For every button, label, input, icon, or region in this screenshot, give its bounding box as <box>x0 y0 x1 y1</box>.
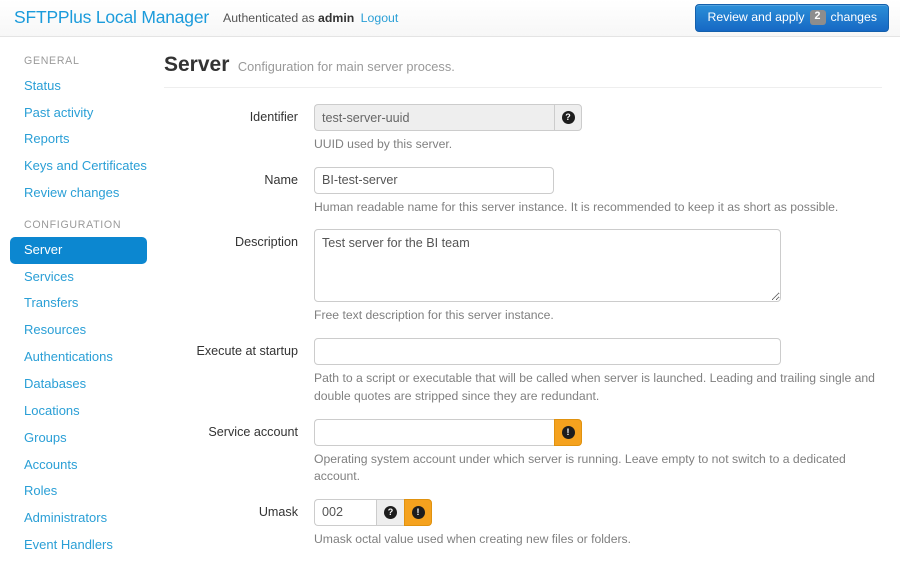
page-header: Server Configuration for main server pro… <box>164 48 882 88</box>
identifier-input[interactable] <box>314 104 554 131</box>
sidebar-item-server[interactable]: Server <box>10 237 147 264</box>
pending-changes-badge: 2 <box>810 10 826 25</box>
sidebar-item-past-activity[interactable]: Past activity <box>10 100 147 127</box>
description-label: Description <box>164 229 314 325</box>
description-control: Test server for the BI team Free text de… <box>314 229 781 325</box>
identifier-label: Identifier <box>164 104 314 154</box>
name-control: Human readable name for this server inst… <box>314 167 882 217</box>
execute-at-startup-help-text: Path to a script or executable that will… <box>314 370 876 405</box>
sidebar-item-status[interactable]: Status <box>10 73 147 100</box>
identifier-control: ? UUID used by this server. <box>314 104 882 154</box>
page-body: GENERAL Status Past activity Reports Key… <box>0 37 900 572</box>
sidebar-item-accounts[interactable]: Accounts <box>10 452 147 479</box>
sidebar-item-authentications[interactable]: Authentications <box>10 344 147 371</box>
umask-help-button[interactable]: ? <box>376 499 404 526</box>
service-account-label: Service account <box>164 419 314 486</box>
execute-at-startup-input[interactable] <box>314 338 781 365</box>
logout-link[interactable]: Logout <box>361 11 399 25</box>
identifier-input-group: ? <box>314 104 882 131</box>
sidebar-item-review-changes[interactable]: Review changes <box>10 180 147 207</box>
service-account-input-group: ! <box>314 419 882 446</box>
umask-label: Umask <box>164 499 314 549</box>
sidebar-navigation: GENERAL Status Past activity Reports Key… <box>0 37 157 572</box>
identifier-help-text: UUID used by this server. <box>314 136 874 154</box>
service-account-control: ! Operating system account under which s… <box>314 419 882 486</box>
identifier-help-button[interactable]: ? <box>554 104 582 131</box>
description-help-text: Free text description for this server in… <box>314 307 781 325</box>
exclamation-mark-icon: ! <box>412 506 425 519</box>
sidebar-item-resources[interactable]: Resources <box>10 317 147 344</box>
form-row-execute-at-startup: Execute at startup Path to a script or e… <box>164 338 882 405</box>
form-row-description: Description Test server for the BI team … <box>164 229 882 325</box>
sidebar-item-reports[interactable]: Reports <box>10 126 147 153</box>
execute-at-startup-label: Execute at startup <box>164 338 314 405</box>
auth-username: admin <box>318 11 354 25</box>
app-brand-link[interactable]: SFTPPlus Local Manager <box>14 9 209 27</box>
form-row-service-account: Service account ! Operating system accou… <box>164 419 882 486</box>
page-title: Server <box>164 53 229 76</box>
question-mark-icon: ? <box>562 111 575 124</box>
sidebar-item-locations[interactable]: Locations <box>10 398 147 425</box>
page-subtitle: Configuration for main server process. <box>238 59 455 74</box>
navbar-actions: Review and apply 2 changes <box>695 4 889 32</box>
sidebar-item-transfers[interactable]: Transfers <box>10 290 147 317</box>
sidebar-item-event-handlers[interactable]: Event Handlers <box>10 532 147 559</box>
umask-warning-button[interactable]: ! <box>404 499 432 526</box>
question-mark-icon: ? <box>384 506 397 519</box>
sidebar-item-administrators[interactable]: Administrators <box>10 505 147 532</box>
form-row-name: Name Human readable name for this server… <box>164 167 882 217</box>
description-textarea[interactable]: Test server for the BI team <box>314 229 781 302</box>
sidebar-item-databases[interactable]: Databases <box>10 371 147 398</box>
umask-input-group: ? ! <box>314 499 882 526</box>
name-input[interactable] <box>314 167 554 194</box>
service-account-input[interactable] <box>314 419 554 446</box>
sidebar-item-roles[interactable]: Roles <box>10 478 147 505</box>
sidebar-item-groups[interactable]: Groups <box>10 425 147 452</box>
sidebar-group-header-configuration: CONFIGURATION <box>10 207 147 237</box>
umask-input[interactable] <box>314 499 376 526</box>
umask-help-text: Umask octal value used when creating new… <box>314 531 874 549</box>
review-and-apply-changes-button[interactable]: Review and apply 2 changes <box>695 4 889 32</box>
umask-control: ? ! Umask octal value used when creating… <box>314 499 882 549</box>
top-navbar: SFTPPlus Local Manager Authenticated as … <box>0 0 900 37</box>
form-row-identifier: Identifier ? UUID used by this server. <box>164 104 882 154</box>
exclamation-mark-icon: ! <box>562 426 575 439</box>
execute-at-startup-control: Path to a script or executable that will… <box>314 338 882 405</box>
form-row-umask: Umask ? ! Umask octal value used when cr… <box>164 499 882 549</box>
apply-button-suffix: changes <box>831 10 878 24</box>
auth-prefix-label: Authenticated as <box>223 11 315 25</box>
auth-status: Authenticated as admin Logout <box>223 12 398 24</box>
apply-button-prefix: Review and apply <box>707 10 804 24</box>
main-content: Server Configuration for main server pro… <box>157 37 900 572</box>
name-help-text: Human readable name for this server inst… <box>314 199 876 217</box>
service-account-help-text: Operating system account under which ser… <box>314 451 859 486</box>
server-configuration-form: Identifier ? UUID used by this server. N… <box>164 104 882 549</box>
service-account-warning-button[interactable]: ! <box>554 419 582 446</box>
sidebar-group-header-general: GENERAL <box>10 51 147 73</box>
sidebar-item-services[interactable]: Services <box>10 264 147 291</box>
sidebar-item-keys-and-certificates[interactable]: Keys and Certificates <box>10 153 147 180</box>
name-label: Name <box>164 167 314 217</box>
